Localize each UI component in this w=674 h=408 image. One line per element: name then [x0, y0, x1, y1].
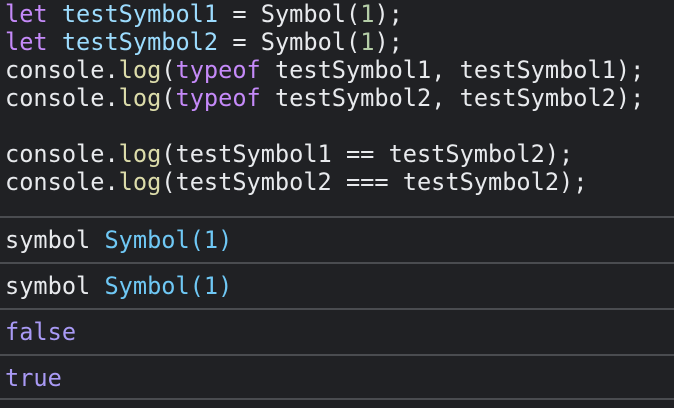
typeof-result: symbol [5, 226, 91, 254]
number-literal: 1 [360, 0, 375, 28]
console-output-row[interactable]: true [0, 354, 674, 400]
argument: testSymbol1 [459, 56, 616, 84]
typeof-result: symbol [5, 272, 91, 300]
function-name: Symbol [260, 0, 346, 28]
output-text: symbol Symbol(1) [5, 226, 232, 254]
argument: testSymbol2 [459, 84, 616, 112]
boolean-result: false [5, 318, 77, 346]
object-name: console [5, 84, 105, 112]
keyword: let [5, 28, 48, 56]
code-line: console.log(testSymbol1 == testSymbol2); [5, 140, 574, 168]
operator: = [232, 0, 247, 28]
variable-name: testSymbol2 [61, 28, 219, 56]
code-block: let testSymbol1 = Symbol(1); let testSym… [5, 0, 674, 196]
method-name: log [118, 168, 162, 196]
variable-name: testSymbol1 [61, 0, 219, 28]
code-line: console.log(typeof testSymbol1, testSymb… [5, 56, 645, 84]
argument: testSymbol2 [274, 84, 432, 112]
console-output: symbol Symbol(1) symbol Symbol(1) false … [0, 216, 674, 400]
devtools-console: let testSymbol1 = Symbol(1); let testSym… [0, 0, 674, 408]
output-text: symbol Symbol(1) [5, 272, 232, 300]
object-name: console [5, 140, 105, 168]
symbol-value[interactable]: Symbol(1) [104, 226, 232, 254]
code-line: console.log(testSymbol2 === testSymbol2)… [5, 168, 588, 196]
method-name: log [118, 56, 162, 84]
argument: testSymbol1 [274, 56, 432, 84]
function-name: Symbol [260, 28, 346, 56]
boolean-result: true [5, 364, 62, 392]
keyword: typeof [175, 84, 261, 112]
method-name: log [118, 84, 162, 112]
console-output-row[interactable]: symbol Symbol(1) [0, 262, 674, 308]
method-name: log [118, 140, 162, 168]
keyword: typeof [175, 56, 261, 84]
number-literal: 1 [360, 28, 375, 56]
object-name: console [5, 168, 105, 196]
console-output-row[interactable]: symbol Symbol(1) [0, 216, 674, 262]
operator: = [232, 28, 247, 56]
comparison-expression: testSymbol2 === testSymbol2 [175, 168, 560, 196]
symbol-value[interactable]: Symbol(1) [104, 272, 232, 300]
console-output-row[interactable]: false [0, 308, 674, 354]
keyword: let [5, 0, 48, 28]
comparison-expression: testSymbol1 == testSymbol2 [175, 140, 545, 168]
code-line: console.log(typeof testSymbol2, testSymb… [5, 84, 645, 112]
code-line: let testSymbol2 = Symbol(1); [5, 28, 403, 56]
object-name: console [5, 56, 105, 84]
code-line: let testSymbol1 = Symbol(1); [5, 0, 403, 28]
